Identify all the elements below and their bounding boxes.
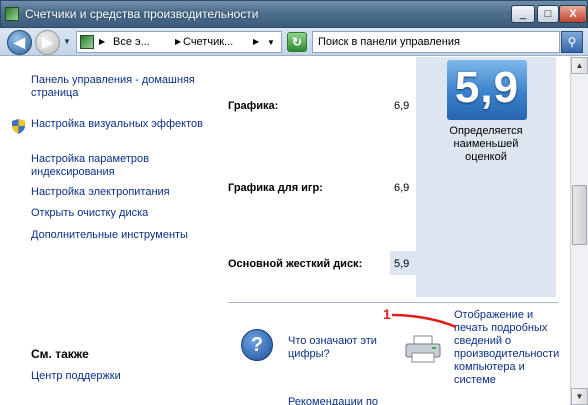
forward-button[interactable]: ▶ [35, 30, 60, 55]
sidebar-item-home[interactable]: Панель управления - домашняя страница [31, 74, 206, 100]
breadcrumb-separator[interactable]: ▶ [99, 37, 105, 46]
breadcrumb-separator[interactable]: ▶ [175, 37, 181, 46]
base-score-tile: 5,9 [447, 60, 527, 120]
search-input[interactable]: Поиск в панели управления [312, 31, 560, 53]
back-button[interactable]: ◀ [7, 30, 32, 55]
address-dropdown[interactable]: ▼ [267, 38, 275, 47]
score-label-graphics: Графика: [228, 100, 279, 112]
printer-icon [405, 335, 441, 363]
search-placeholder: Поиск в панели управления [318, 36, 460, 48]
content-area: Панель управления - домашняя страница На… [0, 57, 570, 405]
help-link[interactable]: Что означают эти цифры? [288, 335, 398, 361]
sidebar-item-disk-cleanup[interactable]: Открыть очистку диска [31, 207, 206, 220]
sidebar-item-advanced-tools[interactable]: Дополнительные инструменты [31, 229, 206, 242]
score-value-gaming-graphics: 6,9 [394, 182, 410, 194]
score-value-primary-disk: 5,9 [394, 258, 410, 270]
score-value-graphics: 6,9 [394, 100, 410, 112]
annotation-pointer [391, 313, 457, 329]
sidebar-item-indexing[interactable]: Настройка параметров индексирования [31, 153, 206, 179]
maximize-button[interactable]: □ [537, 5, 559, 23]
address-bar[interactable]: ▶ Все э... ▶ Счетчик... ▶ ▼ [76, 31, 282, 53]
scroll-up-button[interactable]: ▲ [571, 57, 588, 74]
divider [228, 302, 558, 303]
scroll-down-button[interactable]: ▼ [571, 388, 588, 405]
breadcrumb-performance[interactable]: Счетчик... [183, 36, 233, 48]
window-title: Счетчики и средства производительности [25, 7, 259, 21]
sidebar-item-visual-effects[interactable]: Настройка визуальных эффектов [31, 118, 206, 131]
see-also-heading: См. также [31, 347, 89, 361]
base-score-note: Определяется наименьшей оценкой [449, 125, 523, 163]
recommendations-link[interactable]: Рекомендации по [288, 396, 378, 405]
sidebar-item-power[interactable]: Настройка электропитания [31, 186, 206, 199]
navigation-bar: ◀ ▶ ▼ ▶ Все э... ▶ Счетчик... ▶ ▼ ↻ Поис… [0, 28, 588, 56]
control-panel-icon [80, 35, 94, 49]
help-icon[interactable]: ? [241, 329, 273, 361]
close-button[interactable]: X [559, 5, 587, 23]
see-also-action-center[interactable]: Центр поддержки [31, 370, 206, 383]
recent-pages-dropdown[interactable]: ▼ [63, 37, 71, 46]
score-label-gaming-graphics: Графика для игр: [228, 182, 323, 194]
refresh-button[interactable]: ↻ [287, 32, 307, 52]
vertical-scrollbar[interactable]: ▲ ▼ [570, 57, 588, 405]
title-bar: Счетчики и средства производительности _… [0, 0, 588, 28]
score-label-primary-disk: Основной жесткий диск: [228, 258, 363, 270]
shield-icon [12, 119, 25, 134]
breadcrumb-separator[interactable]: ▶ [253, 37, 259, 46]
scroll-thumb[interactable] [572, 185, 587, 245]
search-icon[interactable]: ⚲ [561, 31, 583, 53]
breadcrumb-all-items[interactable]: Все э... [113, 36, 150, 48]
print-details-link[interactable]: Отображение и печать подробных сведений … [454, 309, 564, 387]
control-panel-icon [5, 7, 19, 21]
minimize-button[interactable]: _ [511, 5, 535, 23]
